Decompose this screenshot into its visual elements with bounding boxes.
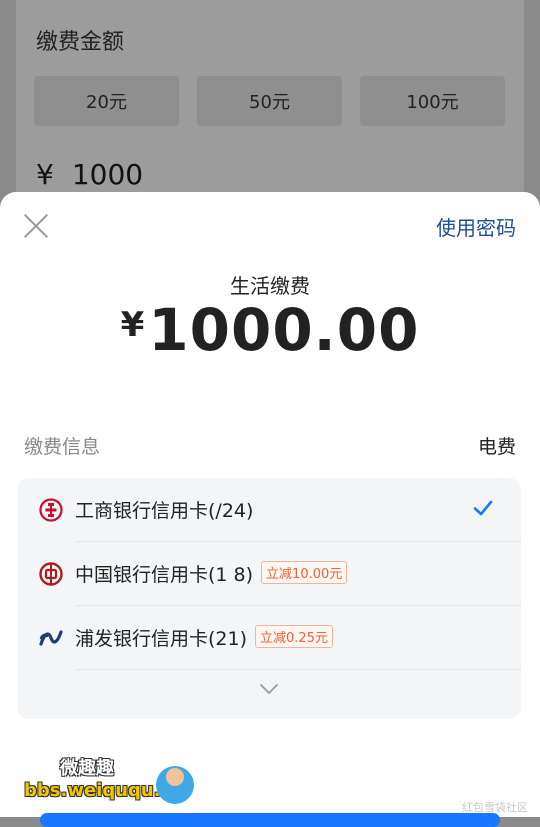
payment-sheet: 使用密码 生活缴费 ¥1000.00 缴费信息 电费 工商银行信用卡(​/​2​… (0, 192, 540, 827)
mascot-icon (156, 766, 194, 804)
amount-input-value: 1000 (71, 158, 144, 191)
bank-card-label: 中国银行信用卡(​1​ 8) (75, 564, 254, 586)
payment-amount-value: 1000.00 (148, 296, 420, 364)
payment-method-spdb[interactable]: 浦发银行信用卡(​2​1) 立减0.25元 (17, 606, 521, 670)
boc-logo-icon (39, 562, 63, 586)
footer-watermark: 红包雪袋社区 (462, 801, 528, 814)
chevron-down-icon[interactable] (259, 682, 279, 696)
spdb-logo-icon (39, 630, 63, 646)
payment-method-list: 工商银行信用卡(​/​2​4) 中国银行信用卡(​1​ 8) 立减10.00元 浦… (17, 478, 521, 719)
checkmark-icon (473, 500, 493, 516)
promo-badge: 立减0.25元 (255, 625, 333, 648)
divider (75, 669, 521, 670)
service-name: 生活缴费 (230, 274, 310, 298)
amount-option-100[interactable]: 100元 (360, 76, 505, 126)
close-icon[interactable] (24, 214, 48, 238)
payment-method-name: 工商银行信用卡(​/​2​4) (75, 500, 254, 522)
use-password-link[interactable]: 使用密码 (436, 212, 516, 241)
icbc-logo-icon (39, 498, 63, 522)
amount-input[interactable]: ¥1000 (36, 158, 143, 191)
currency-symbol: ¥ (36, 158, 54, 191)
payment-method-name: 中国银行信用卡(​1​ 8) 立减10.00元 (75, 560, 348, 587)
payment-info-value: 电费 (477, 436, 516, 458)
payment-info-label: 缴费信息 (24, 436, 101, 458)
payment-amount: ¥1000.00 (0, 296, 540, 364)
amount-option-50[interactable]: 50元 (197, 76, 342, 126)
payment-amount-title: 缴费金额 (36, 30, 125, 55)
confirm-pay-button[interactable] (40, 813, 500, 827)
payment-method-icbc[interactable]: 工商银行信用卡(​/​2​4) (17, 478, 521, 542)
currency-symbol: ¥ (120, 305, 145, 345)
bank-card-label: 浦发银行信用卡(​2​1) (75, 628, 248, 650)
amount-option-20[interactable]: 20元 (34, 76, 179, 126)
payment-method-boc[interactable]: 中国银行信用卡(​1​ 8) 立减10.00元 (17, 542, 521, 606)
payment-method-name: 浦发银行信用卡(​2​1) 立减0.25元 (75, 624, 333, 651)
promo-badge: 立减10.00元 (261, 561, 348, 584)
